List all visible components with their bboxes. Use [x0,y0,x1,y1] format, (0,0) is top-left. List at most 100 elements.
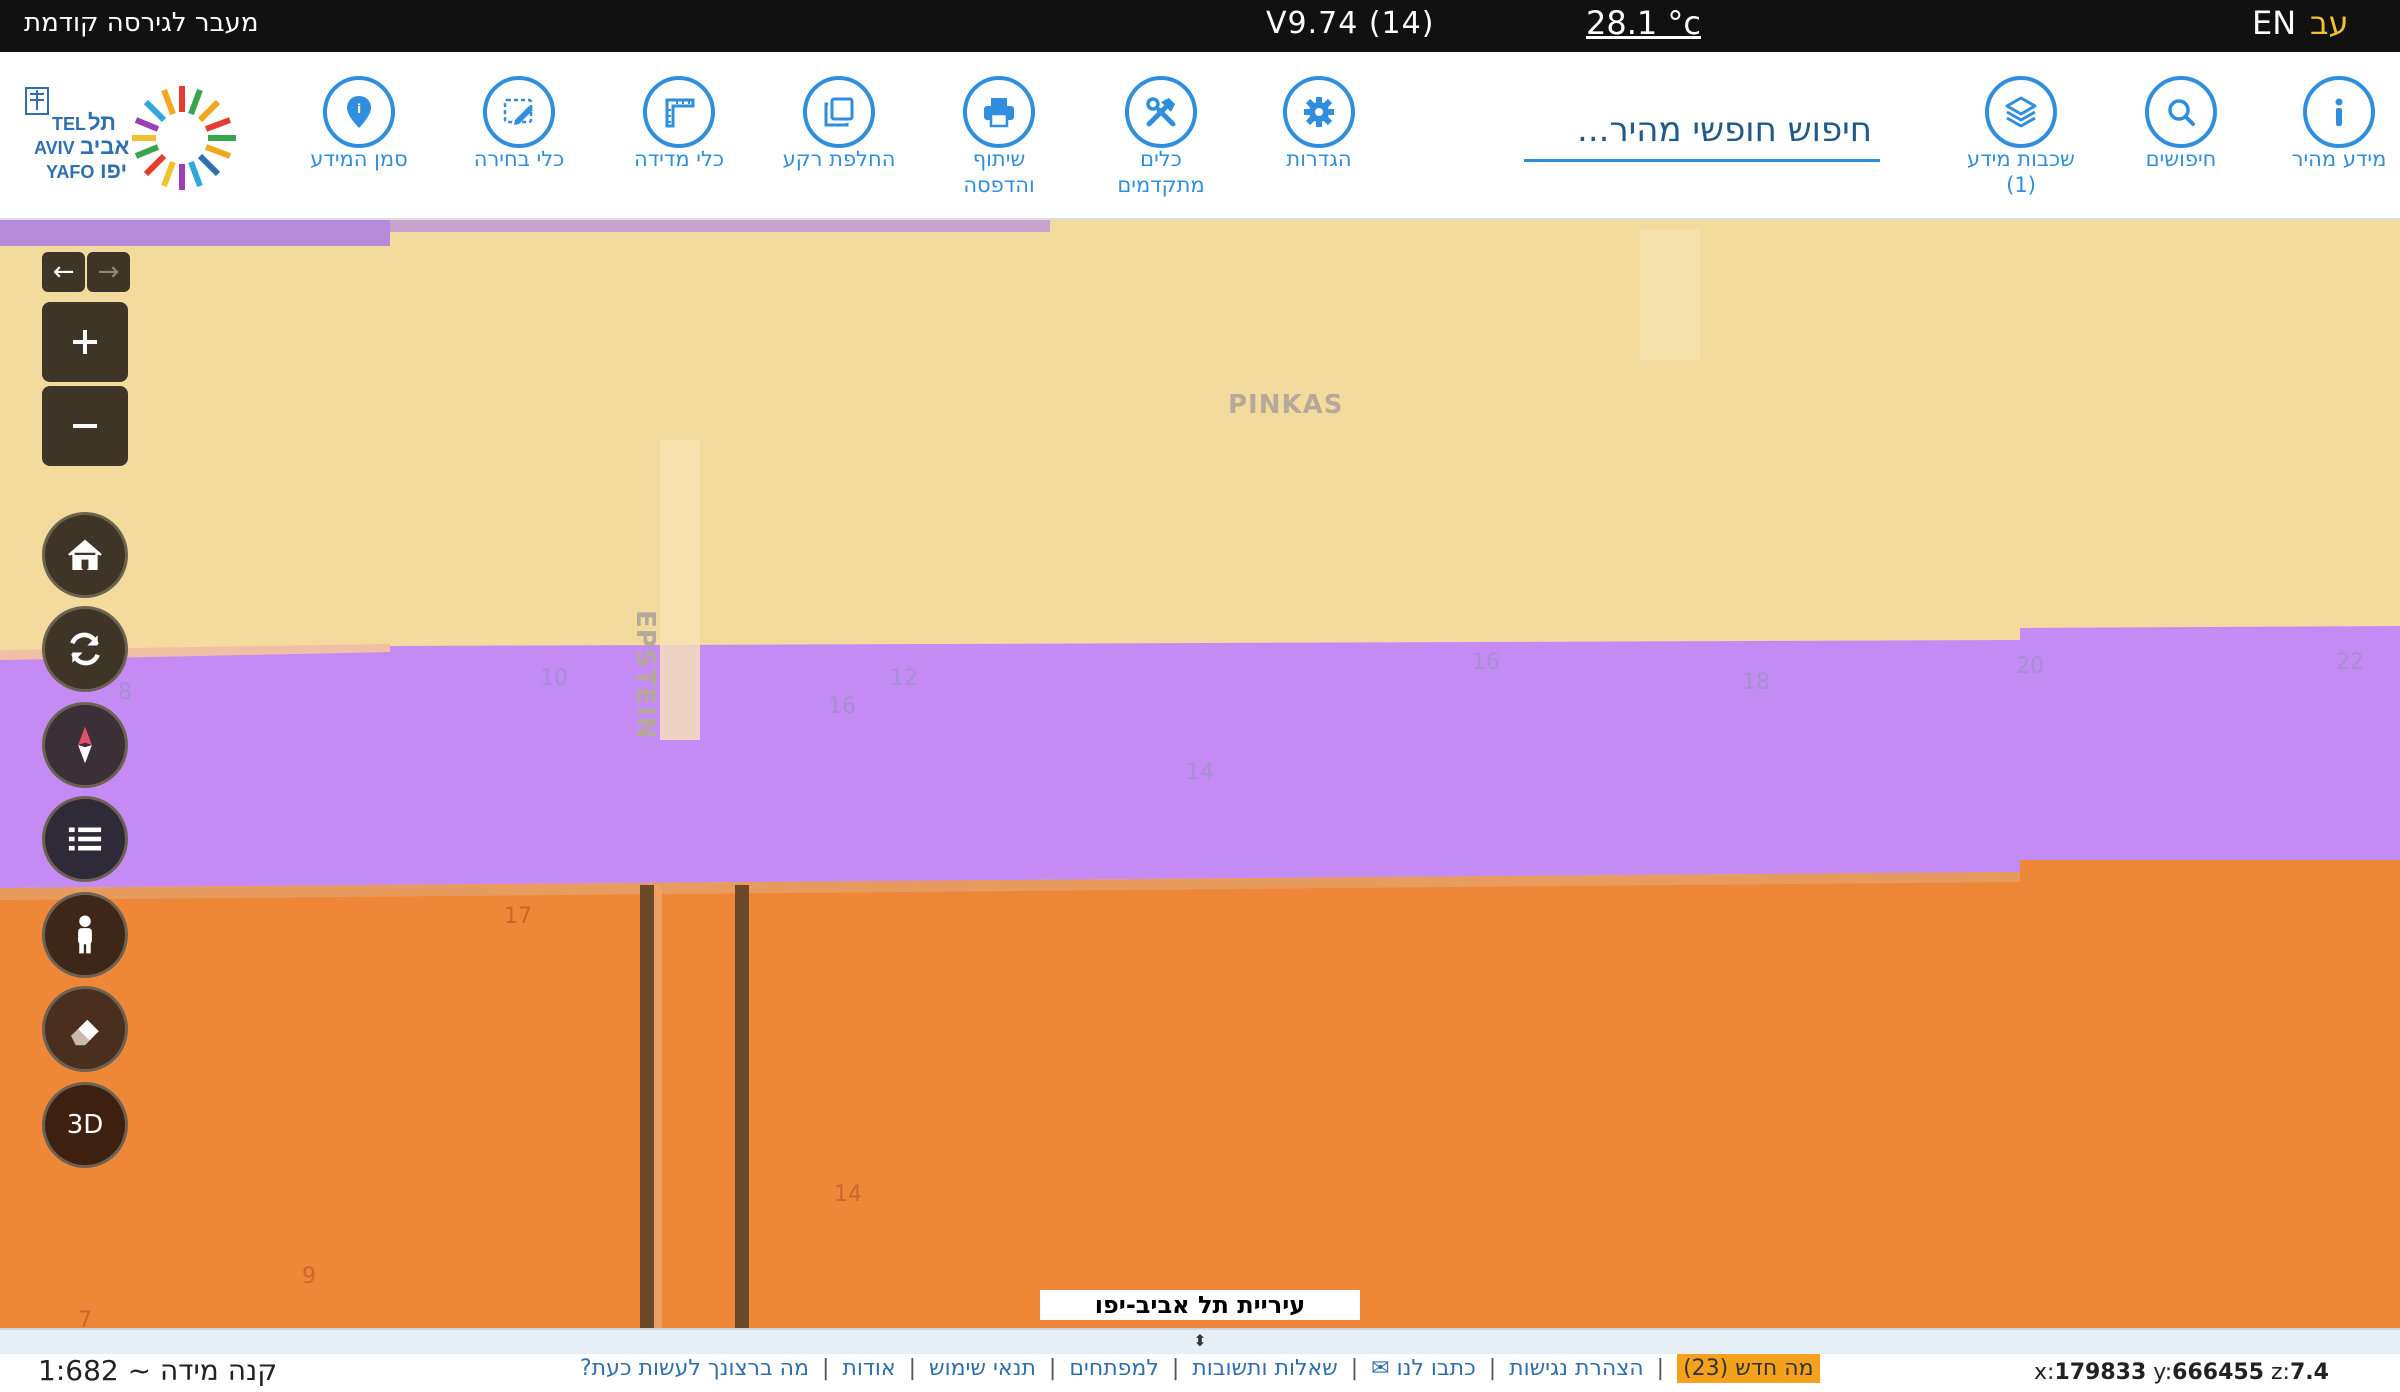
city-emblem-icon [25,87,49,115]
back-arrow-icon[interactable]: ← [42,252,85,292]
scale-label: קנה מידה ~ 1:682 [38,1354,278,1387]
contact-link[interactable]: כתבו לנו ✉ [1371,1356,1476,1381]
accessibility-link[interactable]: הצהרת נגישות [1509,1356,1644,1381]
quick-info-button[interactable]: מידע מהיר [2254,76,2400,172]
house-number: 12 [890,666,918,691]
gear-icon [1283,76,1355,148]
language-en-button[interactable]: EN [2252,4,2296,42]
separator: | [1350,1356,1359,1381]
copyright-label: עיריית תל אביב-יפו [1040,1290,1360,1320]
layers-button[interactable]: שכבות מידע (1) [1936,76,2106,198]
previous-version-link[interactable]: מעבר לגירסה קודמת [24,8,258,38]
street-view-button[interactable] [42,892,128,978]
house-number: 17 [504,904,532,929]
street-label-epstein: EPSTEIN [630,610,660,740]
searches-label: חיפושים [2145,147,2217,171]
3d-label: 3D [66,1110,104,1140]
share-print-button[interactable]: שיתוף והדפסה [914,76,1084,198]
refresh-icon [70,632,100,666]
svg-text:YAFO: YAFO [46,162,94,182]
svg-text:AVIV: AVIV [34,138,75,158]
list-icon [68,827,102,851]
home-button[interactable] [42,512,128,598]
compass-icon [78,726,92,764]
separator: | [1171,1356,1180,1381]
eraser-icon [71,1019,99,1046]
separator: | [821,1356,830,1381]
about-link[interactable]: אודות [842,1356,895,1381]
developers-link[interactable]: למפתחים [1069,1356,1159,1381]
searches-button[interactable]: חיפושים [2096,76,2266,172]
settings-label: הגדרות [1286,147,1352,171]
quick-info-label: מידע מהיר [2291,147,2387,171]
printer-icon [963,76,1035,148]
house-number: 20 [2016,654,2044,679]
map-pin-icon: i [323,76,395,148]
ruler-icon [643,76,715,148]
faq-link[interactable]: שאלות ותשובות [1192,1356,1337,1381]
zoom-out-button[interactable] [42,386,128,466]
plus-icon [73,330,97,354]
info-icon [2303,76,2375,148]
compass-button[interactable] [42,702,128,788]
clear-button[interactable] [42,986,128,1072]
quick-search-input[interactable] [1524,100,1880,159]
home-icon [68,539,102,570]
search-box [1524,100,1880,162]
separator: | [1488,1356,1497,1381]
advanced-tools-button[interactable]: כלים מתקדמים [1076,76,1246,198]
selection-tools-button[interactable]: כלי בחירה [434,76,604,172]
select-edit-icon [483,76,555,148]
background-layers-icon [803,76,875,148]
house-number: 16 [1472,650,1500,675]
svg-text:תל: תל [88,110,116,135]
separator: | [1656,1356,1665,1381]
svg-text:i: i [357,102,361,116]
forward-arrow-icon[interactable]: → [87,252,130,292]
house-number: 8 [118,680,132,705]
info-marker-button[interactable]: i סמן המידע [274,76,444,172]
selection-tools-label: כלי בחירה [473,147,565,171]
version-label: V9.74 (14) [1266,6,1435,41]
house-number: 9 [302,1264,316,1289]
house-number: 14 [1186,760,1214,785]
terms-link[interactable]: תנאי שימוש [929,1356,1036,1381]
map-canvas[interactable]: PINKAS EPSTEIN 10 12 16 16 18 20 22 8 14… [0,220,2400,1328]
measure-tools-button[interactable]: כלי מדידה [594,76,764,172]
panel-splitter[interactable]: ⬍ [0,1328,2400,1354]
coordinates-readout: x:179833 y:666455 z:7.4 [2034,1360,2329,1385]
refresh-button[interactable] [42,606,128,692]
zoom-in-button[interactable] [42,302,128,382]
svg-text:יפו: יפו [100,158,127,183]
switch-background-button[interactable]: החלפת רקע [754,76,924,172]
street-label-pinkas: PINKAS [1228,390,1344,420]
legend-button[interactable] [42,796,128,882]
house-number: 14 [834,1182,862,1207]
language-he-button[interactable]: עב [2310,4,2349,42]
whats-new-link[interactable]: מה חדש (23) [1677,1354,1820,1383]
expand-collapse-icon: ⬍ [1193,1331,1207,1350]
house-number: 16 [828,694,856,719]
top-bar: מעבר לגירסה קודמת V9.74 (14) 28.1 °c EN … [0,0,2400,52]
main-toolbar: TEL תל AVIV אביב YAFO יפו i סמן המידע כל… [0,52,2400,220]
svg-text:אביב: אביב [80,134,129,159]
share-print-label: שיתוף והדפסה [963,147,1035,197]
tel-aviv-logo: TEL תל AVIV אביב YAFO יפו [22,80,252,198]
house-number: 22 [2336,650,2364,675]
house-number: 7 [78,1308,92,1328]
hammer-wrench-icon [1125,76,1197,148]
temperature-link[interactable]: 28.1 °c [1586,4,1701,42]
separator: | [1048,1356,1057,1381]
minus-icon [73,424,97,428]
search-icon [2145,76,2217,148]
house-number: 18 [1742,670,1770,695]
history-arrows: ← → [42,252,130,292]
footer-links: מה חדש (23) | הצהרת נגישות | כתבו לנו ✉ … [580,1354,1820,1383]
layers-label: שכבות מידע (1) [1967,147,2075,197]
3d-view-button[interactable]: 3D [42,1082,128,1168]
switch-background-label: החלפת רקע [782,147,896,171]
info-marker-label: סמן המידע [310,147,408,171]
layers-icon [1985,76,2057,148]
what-to-do-link[interactable]: מה ברצונך לעשות כעת? [580,1356,809,1381]
settings-button[interactable]: הגדרות [1234,76,1404,172]
